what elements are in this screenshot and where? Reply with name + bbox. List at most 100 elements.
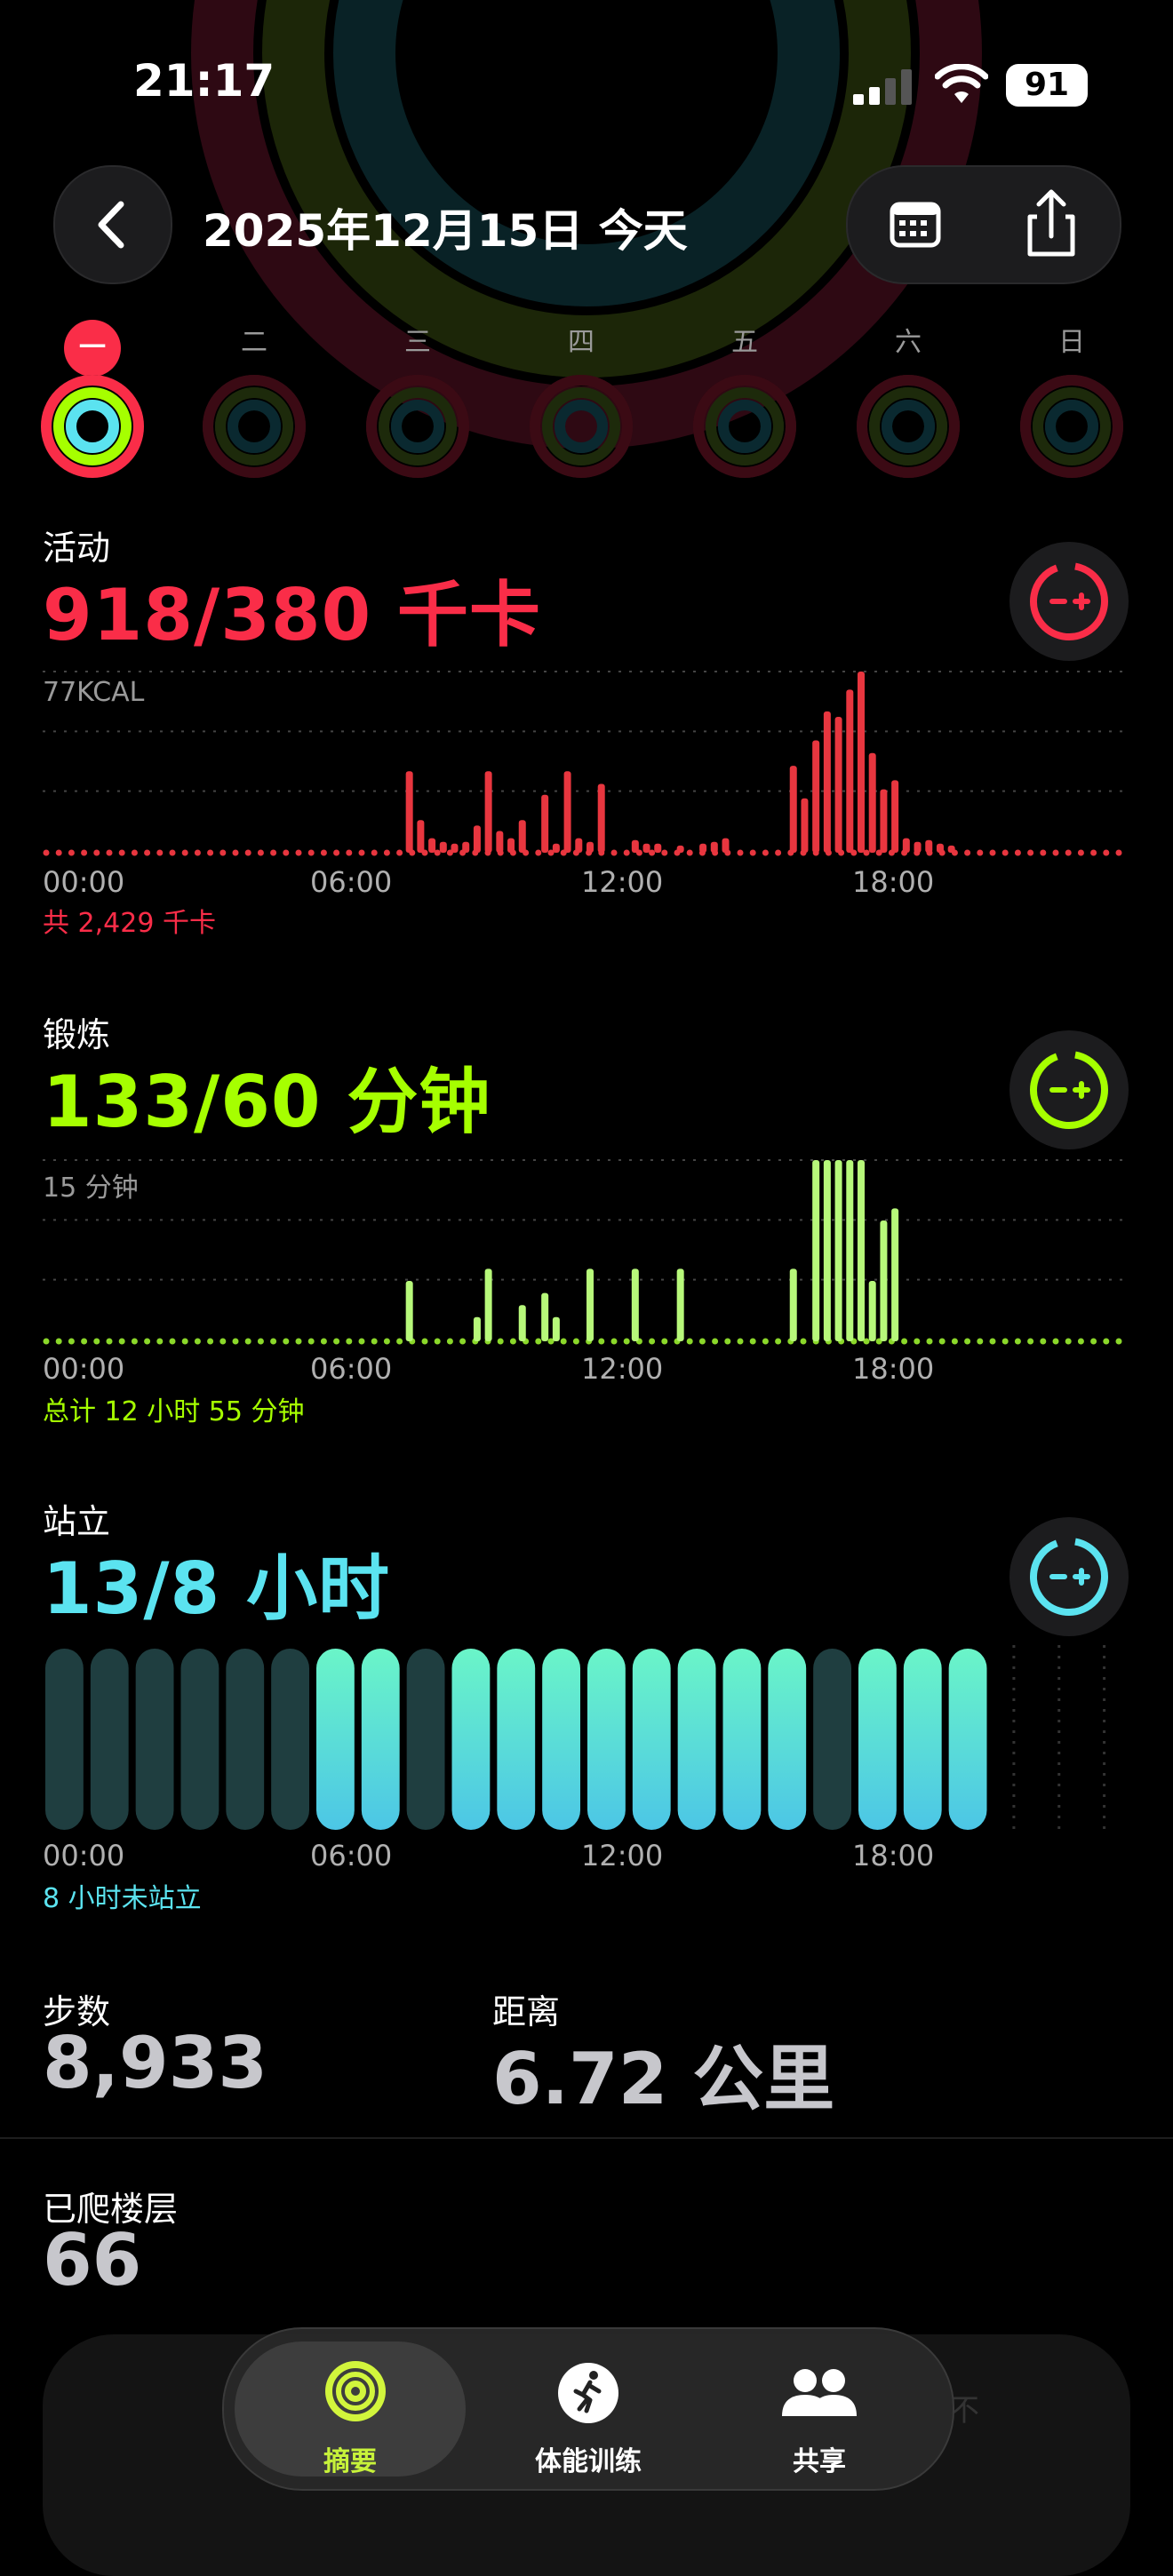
baseline-dot <box>535 1338 542 1345</box>
stand-hour-missed <box>813 1649 851 1830</box>
baseline-dot <box>724 1338 731 1345</box>
baseline-dot <box>93 1338 100 1345</box>
baseline-dot <box>194 1338 201 1345</box>
ring-progress <box>227 400 281 453</box>
chart-bar <box>642 843 650 853</box>
x-tick-label: 06:00 <box>310 1352 393 1386</box>
chart-bar <box>631 1268 639 1341</box>
stand-hour-missed <box>406 1649 445 1830</box>
baseline-dot <box>396 849 403 856</box>
baseline-dot <box>1090 1338 1097 1345</box>
baseline-dot <box>307 849 315 856</box>
baseline-dot <box>333 1338 340 1345</box>
chart-bar <box>846 1160 854 1341</box>
baseline-dot <box>762 849 769 856</box>
baseline-dot <box>964 849 971 856</box>
baseline-dot <box>232 1338 239 1345</box>
chart-bar <box>586 841 594 853</box>
baseline-dot <box>1077 1338 1084 1345</box>
x-tick-label: 00:00 <box>43 1839 125 1872</box>
chart-bar <box>880 1220 888 1341</box>
baseline-dot <box>1001 1338 1009 1345</box>
move-goal-button[interactable] <box>1009 542 1129 661</box>
day-name: 六 <box>895 327 922 358</box>
baseline-dot <box>81 849 88 856</box>
chart-bar <box>891 780 899 853</box>
ring-progress <box>391 400 444 453</box>
baseline-dot <box>1103 1338 1110 1345</box>
day-activity-rings[interactable] <box>363 371 473 481</box>
chart-bar <box>552 1316 560 1341</box>
baseline-dot <box>257 1338 264 1345</box>
baseline-dot <box>1115 1338 1122 1345</box>
baseline-dot <box>610 849 618 856</box>
day-name: 三 <box>404 327 431 358</box>
baseline-dot <box>194 849 201 856</box>
baseline-dot <box>144 1338 151 1345</box>
baseline-dot <box>977 1338 984 1345</box>
week-day-label: 二 <box>205 320 303 359</box>
baseline-dot <box>686 1338 693 1345</box>
baseline-dot <box>1090 849 1097 856</box>
page-title: 2025年12月15日 今天 <box>203 205 688 257</box>
baseline-dot <box>131 1338 138 1345</box>
tab-sharing-label: 共享 <box>793 2446 846 2477</box>
day-activity-rings[interactable] <box>526 371 636 481</box>
day-activity-rings[interactable] <box>1017 371 1127 481</box>
tab-workouts-label: 体能训练 <box>535 2446 642 2477</box>
baseline-dot <box>1040 1338 1047 1345</box>
x-tick-label: 00:00 <box>43 865 125 899</box>
baseline-dot <box>901 1338 908 1345</box>
ring-progress <box>1045 400 1098 453</box>
day-activity-rings[interactable] <box>199 371 309 481</box>
baseline-dot <box>762 1338 769 1345</box>
back-button[interactable] <box>53 165 172 284</box>
chart-bar <box>699 843 707 853</box>
chart-bar <box>710 841 718 853</box>
baseline-dot <box>383 1338 390 1345</box>
running-figure-icon <box>558 2363 618 2423</box>
chart-bar <box>631 839 639 853</box>
stand-goal-button[interactable] <box>1009 1517 1129 1636</box>
exercise-goal-button[interactable] <box>1009 1030 1129 1149</box>
chart-bar <box>586 1268 594 1341</box>
day-activity-rings[interactable] <box>37 371 148 481</box>
baseline-dot <box>358 1338 365 1345</box>
x-tick-label: 18:00 <box>852 865 935 899</box>
day-activity-rings[interactable] <box>853 371 963 481</box>
calendar-button[interactable] <box>848 167 984 282</box>
tab-sharing[interactable]: 共享 <box>704 2341 935 2477</box>
baseline-dot <box>81 1338 88 1345</box>
exercise-value: 133/60 分钟 <box>43 1061 491 1143</box>
baseline-dot <box>649 1338 656 1345</box>
chart-bar <box>789 766 797 853</box>
tab-summary-label: 摘要 <box>323 2446 377 2477</box>
baseline-dot <box>320 849 327 856</box>
baseline-dot <box>497 1338 504 1345</box>
baseline-dot <box>93 849 100 856</box>
baseline-dot <box>346 1338 353 1345</box>
stand-hour-missed <box>271 1649 309 1830</box>
baseline-dot <box>1014 849 1021 856</box>
stand-hour-missed <box>90 1649 129 1830</box>
exercise-axis-max: 15 分钟 <box>43 1173 139 1204</box>
x-tick-label: 12:00 <box>581 1839 664 1872</box>
stand-hour-achieved <box>316 1649 355 1830</box>
day-name: 五 <box>731 327 758 358</box>
baseline-dot <box>775 849 782 856</box>
baseline-dot <box>989 1338 996 1345</box>
baseline-dot <box>1040 849 1047 856</box>
share-button[interactable] <box>984 167 1120 282</box>
tab-workouts[interactable]: 体能训练 <box>473 2341 704 2477</box>
stand-value: 13/8 小时 <box>43 1547 391 1630</box>
stand-hour-missed <box>45 1649 84 1830</box>
stand-hour-achieved <box>542 1649 580 1830</box>
baseline-dot <box>712 1338 719 1345</box>
stand-hour-achieved <box>903 1649 942 1830</box>
baseline-dot <box>55 1338 62 1345</box>
stand-hour-missed <box>226 1649 265 1830</box>
chart-bar <box>484 1268 492 1341</box>
baseline-dot <box>737 849 744 856</box>
day-activity-rings[interactable] <box>690 371 800 481</box>
tab-summary[interactable]: 摘要 <box>235 2341 466 2477</box>
